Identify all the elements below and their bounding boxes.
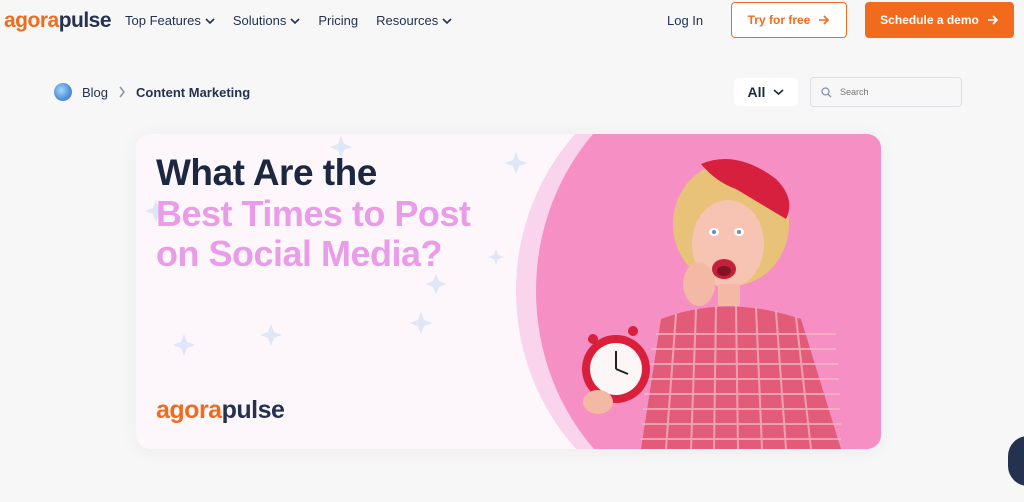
menu-label: Top Features (125, 13, 201, 28)
chevron-right-icon (119, 86, 125, 98)
top-navigation: agorapulse Top Features Solutions Pricin… (0, 0, 1024, 42)
menu-pricing[interactable]: Pricing (318, 13, 358, 28)
search-icon (821, 86, 832, 97)
logo-part-agora: agora (156, 396, 222, 424)
hero-title-dark: What Are the (156, 152, 377, 193)
schedule-demo-button[interactable]: Schedule a demo (865, 2, 1014, 38)
chevron-down-icon (205, 17, 215, 24)
breadcrumb: Blog Content Marketing (54, 83, 250, 101)
logo-part-pulse: pulse (221, 396, 285, 424)
menu-label: Solutions (232, 13, 287, 28)
arrow-right-icon (987, 15, 998, 25)
breadcrumb-current: Content Marketing (136, 84, 251, 100)
search-input[interactable] (840, 87, 950, 97)
menu-resources[interactable]: Resources (376, 13, 452, 28)
login-link[interactable]: Log In (667, 13, 703, 28)
search-box[interactable] (810, 77, 962, 107)
chevron-down-icon (290, 17, 300, 24)
menu-solutions[interactable]: Solutions (233, 13, 300, 28)
breadcrumb-blog[interactable]: Blog (82, 85, 108, 100)
hero-banner[interactable]: What Are the Best Times to Post on Socia… (136, 134, 881, 449)
chat-widget-button[interactable] (1008, 436, 1024, 486)
chevron-down-icon (773, 89, 784, 96)
chevron-down-icon (442, 17, 452, 24)
arrow-right-icon (819, 15, 830, 25)
try-label: Try for free (747, 13, 811, 27)
demo-label: Schedule a demo (880, 13, 979, 27)
menu-label: Pricing (318, 13, 359, 28)
menu-label: Resources (376, 13, 439, 28)
hero-agorapulse-logo: agorapulse (156, 396, 285, 425)
filter-selected: All (747, 84, 766, 100)
menu-top-features[interactable]: Top Features (125, 13, 215, 28)
logo-part-pulse: pulse (58, 9, 112, 32)
try-for-free-button[interactable]: Try for free (731, 2, 847, 38)
logo-part-agora: agora (4, 9, 59, 32)
globe-icon (54, 83, 72, 101)
category-filter-dropdown[interactable]: All (734, 78, 798, 106)
hero-title-pink: Best Times to Post on Social Media? (156, 193, 471, 274)
main-menu: Top Features Solutions Pricing Resources (125, 13, 452, 28)
agorapulse-logo[interactable]: agorapulse (4, 9, 112, 33)
